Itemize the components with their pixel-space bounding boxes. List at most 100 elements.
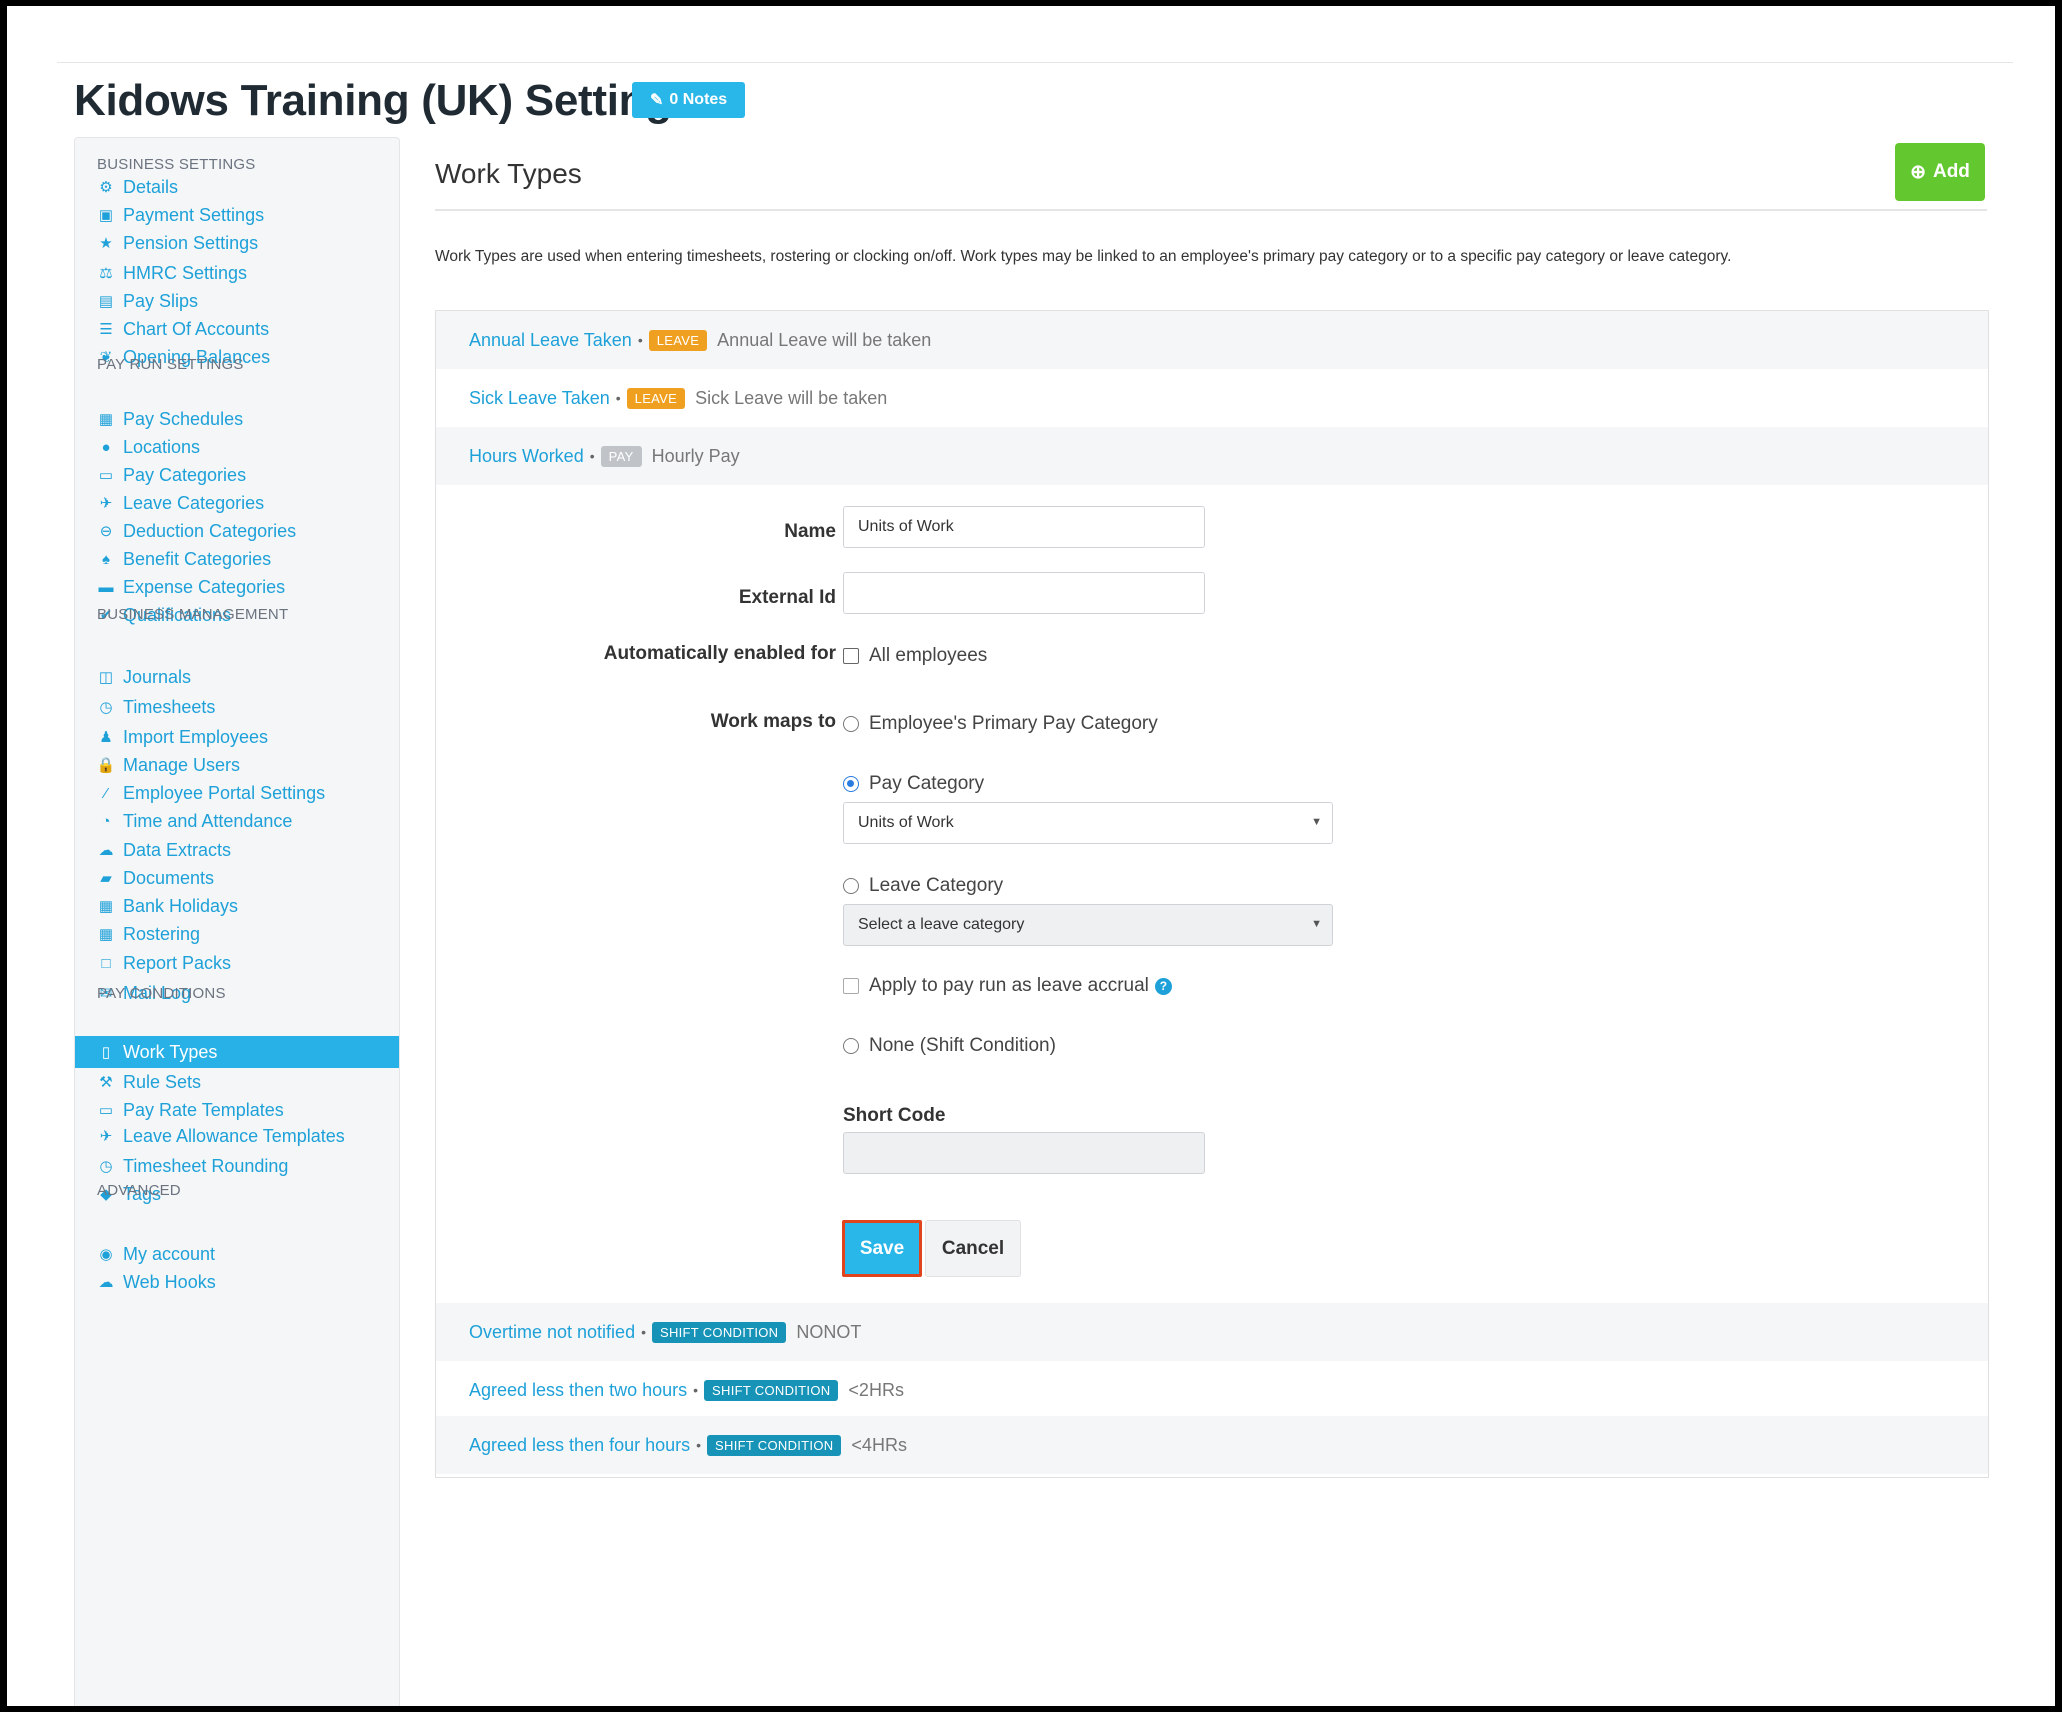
sidebar-item-label: Rule Sets xyxy=(123,1071,202,1092)
floppy-icon: ▣ xyxy=(98,207,114,224)
sidebar-item-label: Web Hooks xyxy=(123,1271,216,1292)
settings-sidebar: BUSINESS SETTINGS ⚙ Details ▣ Payment Settin… xyxy=(74,137,400,1706)
user-circle-icon: ◉ xyxy=(99,1246,113,1263)
work-type-description: <2HRs xyxy=(848,1379,904,1400)
name-input[interactable] xyxy=(843,506,1205,548)
sidebar-item-report-packs[interactable]: □ Report Packs xyxy=(75,947,399,979)
leave-category-select[interactable]: Select a leave category ▼ xyxy=(843,904,1333,946)
money-icon: ▭ xyxy=(98,467,114,484)
sidebar-item-label: Expense Categories xyxy=(123,576,286,597)
sidebar-item-label: Benefit Categories xyxy=(123,548,272,569)
separator-dot: • xyxy=(693,1382,699,1398)
apply-accrual-label: Apply to pay run as leave accrual xyxy=(869,975,1149,996)
sidebar-item-label: Bank Holidays xyxy=(123,895,239,916)
work-type-description: <4HRs xyxy=(851,1434,907,1455)
apply-accrual-checkbox[interactable]: Apply to pay run as leave accrual ? xyxy=(843,975,1172,997)
sidebar-item-label: Leave Categories xyxy=(123,492,265,513)
short-code-input[interactable] xyxy=(843,1132,1205,1174)
caret-down-icon: ▼ xyxy=(1311,918,1322,930)
work-type-link[interactable]: Hours Worked xyxy=(469,446,584,467)
top-divider xyxy=(57,62,2013,63)
work-type-description: Annual Leave will be taken xyxy=(717,329,932,350)
all-employees-checkbox[interactable]: All employees xyxy=(843,645,987,667)
star-icon: ★ xyxy=(99,235,113,252)
sidebar-item-label: Pension Settings xyxy=(123,232,259,253)
separator-dot: • xyxy=(637,332,643,348)
checkbox-box[interactable] xyxy=(843,648,859,664)
work-type-link[interactable]: Agreed less then four hours xyxy=(469,1435,690,1456)
radio-leave-category-label: Leave Category xyxy=(869,875,1004,896)
external-id-label: External Id xyxy=(738,587,836,608)
type-badge: PAY xyxy=(600,445,642,467)
sidebar-item-label: Journals xyxy=(123,666,192,687)
help-icon[interactable]: ? xyxy=(1154,977,1172,995)
clock-outline-icon: ◷ xyxy=(99,1158,113,1175)
sidebar-item-label: Data Extracts xyxy=(123,839,232,860)
work-type-link[interactable]: Agreed less then two hours xyxy=(469,1380,687,1401)
radio-circle[interactable] xyxy=(843,878,859,894)
sidebar-item-leave-allowance-templates[interactable]: ✈ Leave Allowance Templates xyxy=(75,1120,399,1152)
work-type-link[interactable]: Annual Leave Taken xyxy=(469,330,632,351)
radio-none-shift-condition[interactable]: None (Shift Condition) xyxy=(843,1035,1056,1057)
radio-none-label: None (Shift Condition) xyxy=(869,1035,1056,1056)
radio-leave-category[interactable]: Leave Category xyxy=(843,875,1003,897)
work-type-row: Annual Leave Taken • LEAVE Annual Leave wil… xyxy=(436,311,1988,369)
work-type-description: Hourly Pay xyxy=(651,445,740,466)
sidebar-item-label: Timesheet Rounding xyxy=(123,1155,289,1176)
type-badge: LEAVE xyxy=(648,329,708,351)
type-badge: SHIFT CONDITION xyxy=(707,1434,842,1456)
sidebar-item-journals[interactable]: ◫ Journals xyxy=(75,661,399,693)
sidebar-item-web-hooks[interactable]: ☁ Web Hooks xyxy=(75,1266,399,1298)
external-id-input[interactable] xyxy=(843,572,1205,614)
pay-category-value: Units of Work xyxy=(858,814,954,831)
plane-icon: ✈ xyxy=(99,1128,113,1145)
calendar-icon: ▦ xyxy=(98,411,114,428)
sidebar-item-label: Pay Schedules xyxy=(123,408,244,429)
work-type-link[interactable]: Overtime not notified xyxy=(469,1322,635,1343)
radio-circle[interactable] xyxy=(843,716,859,732)
cloud-download-icon: ☁ xyxy=(98,842,114,859)
benefit-icon: ♠ xyxy=(102,550,110,568)
work-type-link[interactable]: Sick Leave Taken xyxy=(469,388,610,409)
sidebar-item-time-and-attendance[interactable]: ◔ Time and Attendance xyxy=(75,805,399,837)
add-button[interactable]: ⊕ Add xyxy=(1895,143,1985,201)
sidebar-item-label: Documents xyxy=(123,867,215,888)
edit-icon: ✎ xyxy=(650,92,664,109)
sidebar-item-label: Details xyxy=(123,176,179,197)
lock-icon: 🔒 xyxy=(96,757,116,774)
radio-pay-category[interactable]: Pay Category xyxy=(843,773,984,795)
sidebar-item-pension-settings[interactable]: ★ Pension Settings xyxy=(75,227,399,259)
radio-primary-pay-category[interactable]: Employee's Primary Pay Category xyxy=(843,713,1158,735)
sidebar-item-work-types[interactable]: ▯ Work Types xyxy=(75,1036,399,1068)
notes-label: 0 Notes xyxy=(669,91,728,108)
cancel-button[interactable]: Cancel xyxy=(925,1220,1021,1277)
radio-circle-selected[interactable] xyxy=(843,776,859,792)
radio-circle[interactable] xyxy=(843,1038,859,1054)
sidebar-item-label: Pay Categories xyxy=(123,464,247,485)
checkbox-box[interactable] xyxy=(843,978,859,994)
wand-icon: ⁄ xyxy=(104,784,108,802)
notes-button[interactable]: ✎ 0 Notes xyxy=(632,82,746,118)
sidebar-item-timesheets[interactable]: ◷ Timesheets xyxy=(75,691,399,723)
plus-circle-icon: ⊕ xyxy=(1910,161,1926,183)
page-title: Kidows Training (UK) Settings xyxy=(74,76,696,125)
work-type-row: Agreed less then two hours • SHIFT CONDITI… xyxy=(436,1361,1988,1419)
sidebar-item-label: Locations xyxy=(123,436,201,457)
people-icon: ♟ xyxy=(99,729,113,746)
sidebar-item-rostering[interactable]: ▦ Rostering xyxy=(75,918,399,950)
separator-dot: • xyxy=(589,448,595,464)
sidebar-item-label: Deduction Categories xyxy=(123,520,297,541)
sidebar-item-label: HMRC Settings xyxy=(123,262,248,283)
work-type-description: NONOT xyxy=(796,1321,862,1342)
app-canvas: Kidows Training (UK) Settings ✎ 0 Notes … xyxy=(7,6,2055,1706)
pay-category-select[interactable]: Units of Work ▼ xyxy=(843,802,1333,844)
sidebar-item-label: Manage Users xyxy=(123,754,241,775)
work-type-row: Hours Worked • PAY Hourly Pay xyxy=(436,427,1988,485)
sidebar-item-label: Employee Portal Settings xyxy=(123,782,326,803)
save-button[interactable]: Save xyxy=(842,1220,922,1277)
radio-pay-category-label: Pay Category xyxy=(869,773,985,794)
sidebar-section-title: PAY CONDITIONS xyxy=(97,985,226,1002)
sidebar-item-label: Leave Allowance Templates xyxy=(123,1125,345,1146)
minus-circle-icon: ⊖ xyxy=(99,523,113,540)
caret-down-icon: ▼ xyxy=(1311,816,1322,828)
